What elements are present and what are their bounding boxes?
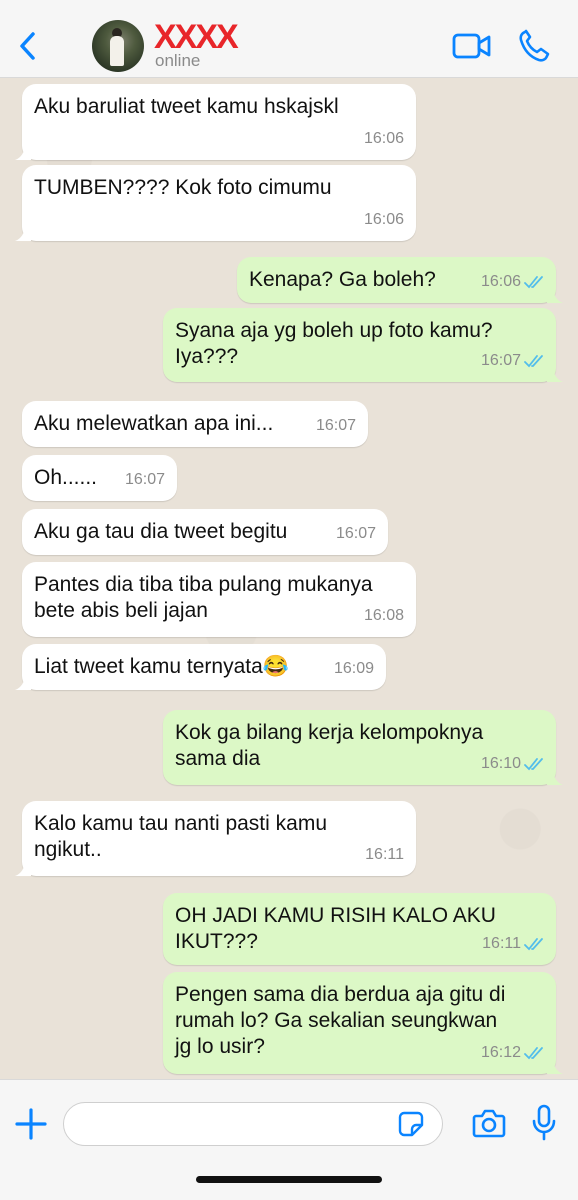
- read-receipt-icon: [524, 758, 543, 771]
- message-bubble[interactable]: Oh...... 16:07: [22, 455, 177, 501]
- message-bubble[interactable]: OH JADI KAMU RISIH KALO AKU IKUT??? 16:1…: [163, 893, 556, 965]
- home-indicator: [196, 1176, 382, 1183]
- voice-record-button[interactable]: [531, 1104, 557, 1142]
- message-bubble[interactable]: Syana aja yg boleh up foto kamu? Iya??? …: [163, 308, 563, 382]
- message-bubble[interactable]: Aku ga tau dia tweet begitu 16:07: [22, 509, 388, 555]
- message-time: 16:06: [480, 273, 521, 290]
- message-text: Aku melewatkan apa ini...: [34, 412, 274, 435]
- message-time: 16:12: [480, 1044, 521, 1061]
- message-input[interactable]: [63, 1102, 443, 1146]
- phone-icon: [519, 29, 550, 62]
- message-time: 16:06: [363, 211, 404, 228]
- video-camera-icon: [452, 33, 491, 59]
- plus-icon: [15, 1108, 47, 1140]
- message-bubble[interactable]: Pantes dia tiba tiba pulang mukanya bete…: [22, 562, 416, 637]
- message-text: TUMBEN???? Kok foto cimumu: [34, 176, 332, 199]
- message-bubble[interactable]: Aku melewatkan apa ini... 16:07: [22, 401, 368, 447]
- video-call-button[interactable]: [452, 32, 492, 60]
- message-time: 16:07: [124, 471, 165, 488]
- camera-button[interactable]: [472, 1108, 506, 1138]
- contact-status: online: [155, 51, 201, 70]
- sticker-icon: [398, 1111, 424, 1137]
- message-time: 16:07: [315, 417, 356, 434]
- message-text: Aku ga tau dia tweet begitu: [34, 520, 288, 543]
- message-bubble[interactable]: Kalo kamu tau nanti pasti kamu ngikut.. …: [15, 801, 416, 876]
- contact-avatar[interactable]: [92, 20, 144, 72]
- message-bubble[interactable]: TUMBEN???? Kok foto cimumu 16:06: [15, 165, 416, 241]
- message-time: 16:08: [363, 607, 404, 624]
- message-time: 16:10: [480, 755, 521, 772]
- message-bubble[interactable]: Aku baruliat tweet kamu hskajskl 16:06: [15, 84, 416, 160]
- message-time: 16:06: [363, 130, 404, 147]
- message-bubble[interactable]: Pengen sama dia berdua aja gitu di rumah…: [163, 972, 563, 1074]
- message-time: 16:09: [333, 660, 374, 677]
- back-button[interactable]: [14, 28, 42, 64]
- message-time: 16:07: [480, 352, 521, 369]
- message-bubble[interactable]: Liat tweet kamu ternyata😂 16:09: [15, 644, 386, 690]
- message-time: 16:07: [335, 525, 376, 542]
- chat-area: Aku baruliat tweet kamu hskajskl 16:06 T…: [0, 79, 578, 1079]
- attach-button[interactable]: [14, 1107, 48, 1141]
- message-text: Pantes dia tiba tiba pulang mukanya bete…: [34, 573, 373, 622]
- message-text: Aku baruliat tweet kamu hskajskl: [34, 95, 339, 118]
- camera-icon: [472, 1109, 506, 1138]
- read-receipt-icon: [524, 1047, 543, 1060]
- chat-header: XXXX online: [0, 0, 578, 78]
- read-receipt-icon: [524, 938, 543, 951]
- contact-name[interactable]: XXXX: [154, 20, 239, 54]
- message-text: Liat tweet kamu ternyata😂: [34, 655, 289, 678]
- message-bubble[interactable]: Kenapa? Ga boleh? 16:06: [237, 257, 563, 303]
- message-time: 16:11: [482, 935, 521, 952]
- sticker-button[interactable]: [398, 1111, 424, 1137]
- microphone-icon: [532, 1104, 556, 1141]
- message-bubble[interactable]: Kok ga bilang kerja kelompoknya sama dia…: [163, 710, 563, 785]
- voice-call-button[interactable]: [517, 28, 551, 64]
- read-receipt-icon: [524, 276, 543, 289]
- message-text: Kalo kamu tau nanti pasti kamu ngikut..: [34, 812, 327, 861]
- chevron-left-icon: [20, 32, 35, 60]
- message-time: 16:11: [365, 846, 404, 863]
- read-receipt-icon: [524, 355, 543, 368]
